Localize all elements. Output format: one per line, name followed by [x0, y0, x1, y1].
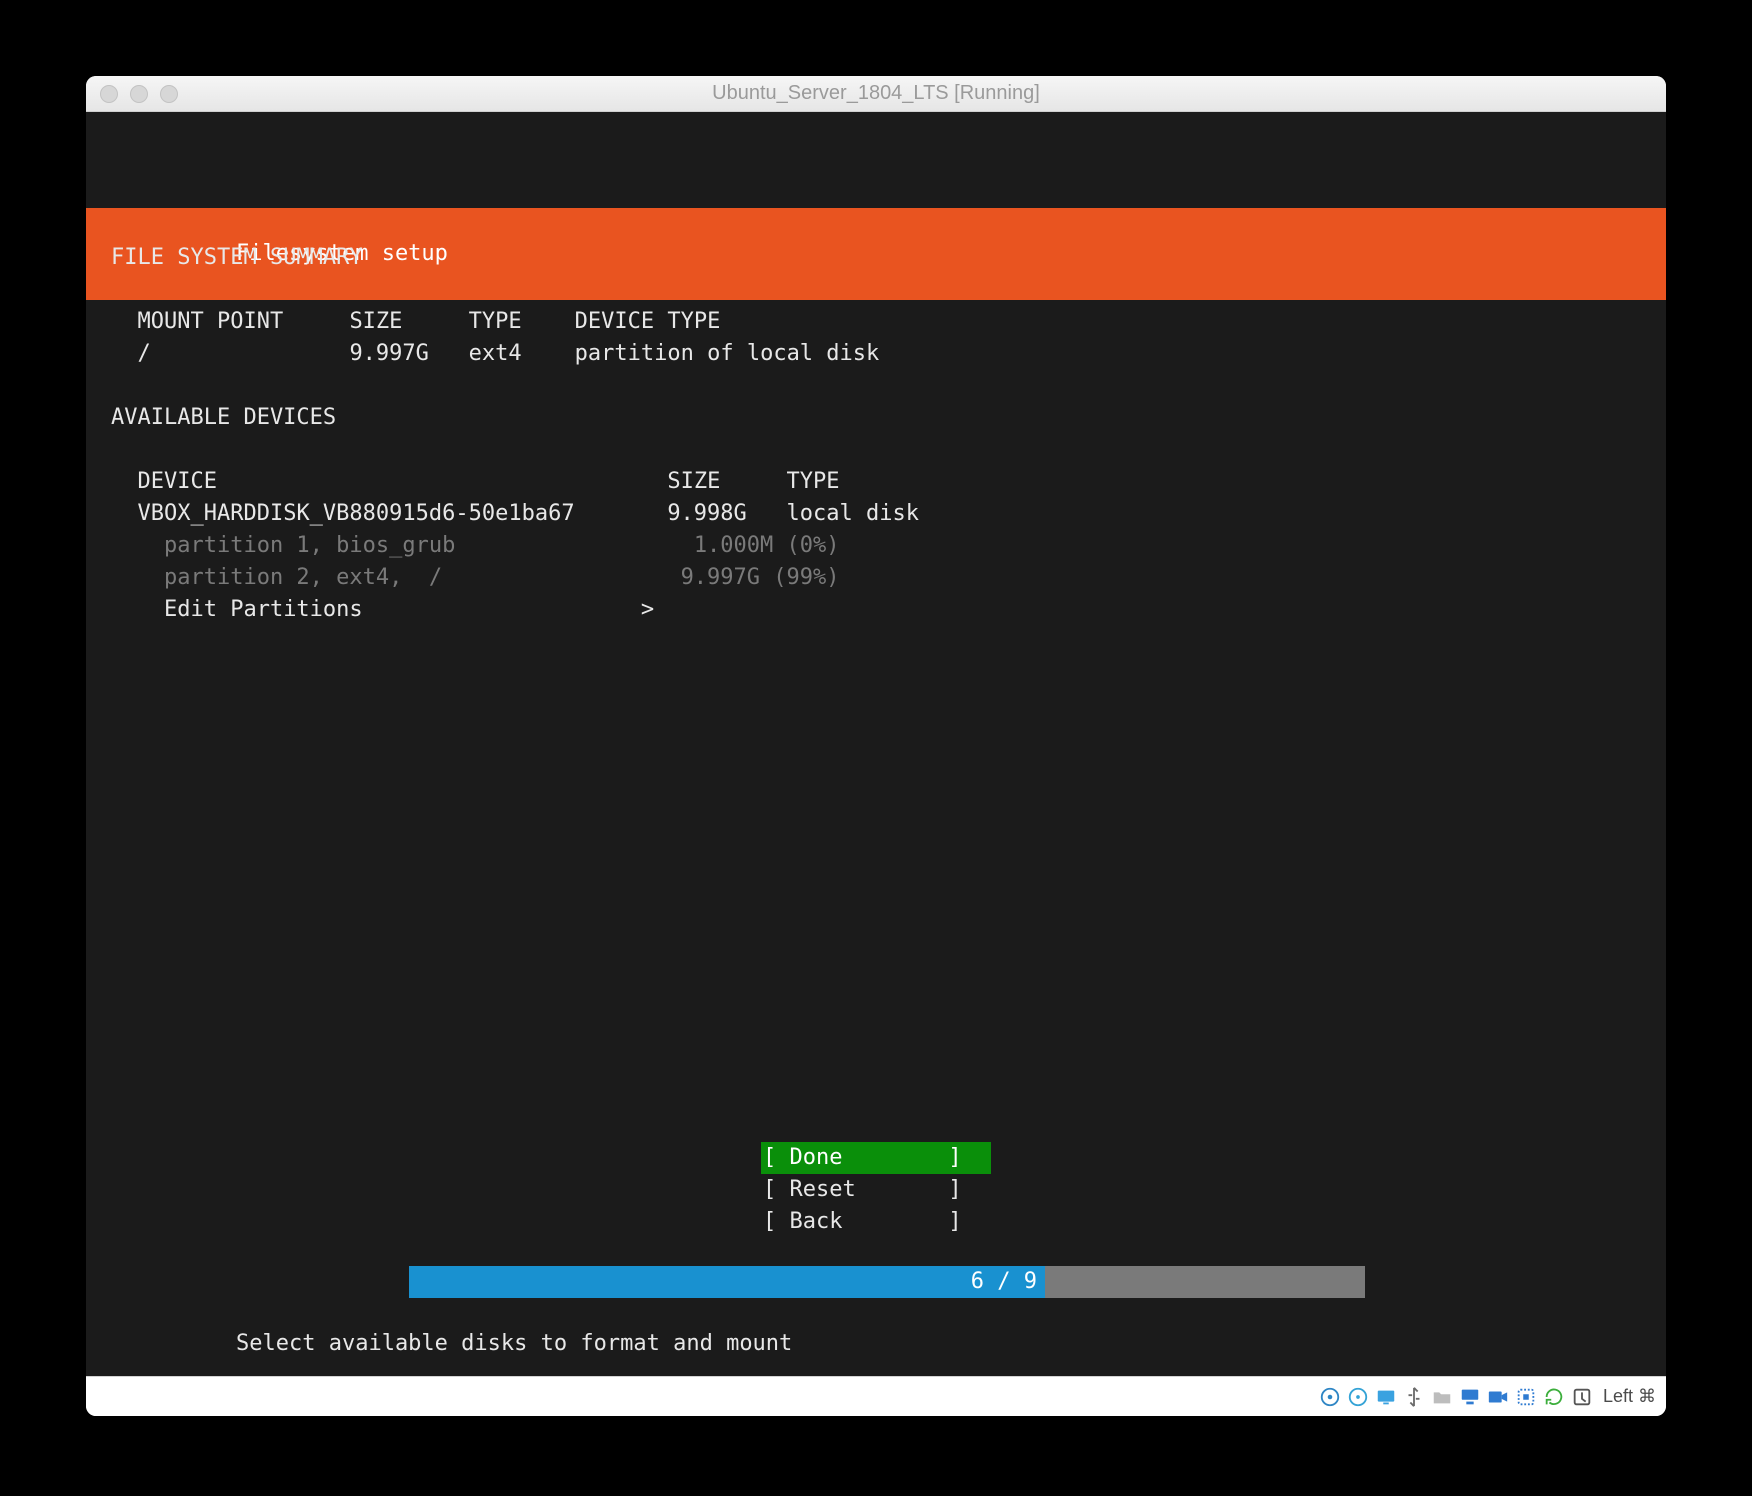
progress-fill: 6 / 9: [409, 1266, 1045, 1298]
row0-mount: /: [138, 341, 151, 366]
back-button[interactable]: [ Back ]: [761, 1206, 991, 1238]
col-dtype: DEVICE TYPE: [575, 309, 721, 334]
dev-col-device: DEVICE: [138, 469, 217, 494]
summary-heading: FILE SYSTEM SUMMARY: [111, 245, 363, 270]
optical-disc-icon[interactable]: [1347, 1386, 1369, 1408]
record-icon[interactable]: [1571, 1386, 1593, 1408]
chevron-right-icon: >: [641, 597, 654, 622]
row0-dtype: partition of local disk: [575, 341, 880, 366]
col-type: TYPE: [469, 309, 522, 334]
shared-folder-icon[interactable]: [1431, 1386, 1453, 1408]
audio-icon[interactable]: [1515, 1386, 1537, 1408]
titlebar: Ubuntu_Server_1804_LTS [Running]: [86, 76, 1666, 112]
reset-button[interactable]: [ Reset ]: [761, 1174, 991, 1206]
col-mount: MOUNT POINT: [138, 309, 284, 334]
installer-body: FILE SYSTEM SUMMARY MOUNT POINT SIZE TYP…: [111, 242, 1641, 626]
usb-icon[interactable]: [1403, 1386, 1425, 1408]
terminal-screen: Filesystem setup FILE SYSTEM SUMMARY MOU…: [86, 112, 1666, 1376]
disk-type: local disk: [787, 501, 919, 526]
partition-row-1: partition 2, ext4, / 9.997G (99%): [164, 565, 840, 590]
hint-text: Select available disks to format and mou…: [236, 1328, 792, 1360]
video-capture-icon[interactable]: [1487, 1386, 1509, 1408]
display-icon[interactable]: [1375, 1386, 1397, 1408]
network-icon[interactable]: [1459, 1386, 1481, 1408]
vm-window: Ubuntu_Server_1804_LTS [Running] Filesys…: [86, 76, 1666, 1416]
dev-col-size: SIZE: [667, 469, 720, 494]
disk-size: 9.998G: [667, 501, 746, 526]
vm-status-bar: Left ⌘: [86, 1376, 1666, 1416]
row0-type: ext4: [469, 341, 522, 366]
zoom-icon[interactable]: [160, 85, 178, 103]
progress-label: 6 / 9: [971, 1266, 1037, 1298]
col-size: SIZE: [349, 309, 402, 334]
action-buttons: [ Done ] [ Reset ] [ Back ]: [86, 1142, 1666, 1238]
progress-bar: 6 / 9: [86, 1266, 1666, 1298]
window-title: Ubuntu_Server_1804_LTS [Running]: [86, 82, 1666, 105]
disk-name[interactable]: VBOX_HARDDISK_VB880915d6-50e1ba67: [138, 501, 575, 526]
window-controls[interactable]: [100, 85, 178, 103]
close-icon[interactable]: [100, 85, 118, 103]
edit-partitions[interactable]: Edit Partitions: [164, 597, 363, 622]
hostkey-indicator: Left ⌘: [1603, 1386, 1656, 1407]
harddisk-icon[interactable]: [1319, 1386, 1341, 1408]
row0-size: 9.997G: [349, 341, 428, 366]
refresh-icon[interactable]: [1543, 1386, 1565, 1408]
devices-heading: AVAILABLE DEVICES: [111, 405, 336, 430]
dev-col-type: TYPE: [787, 469, 840, 494]
minimize-icon[interactable]: [130, 85, 148, 103]
partition-row-0: partition 1, bios_grub 1.000M (0%): [164, 533, 840, 558]
done-button[interactable]: [ Done ]: [761, 1142, 991, 1174]
